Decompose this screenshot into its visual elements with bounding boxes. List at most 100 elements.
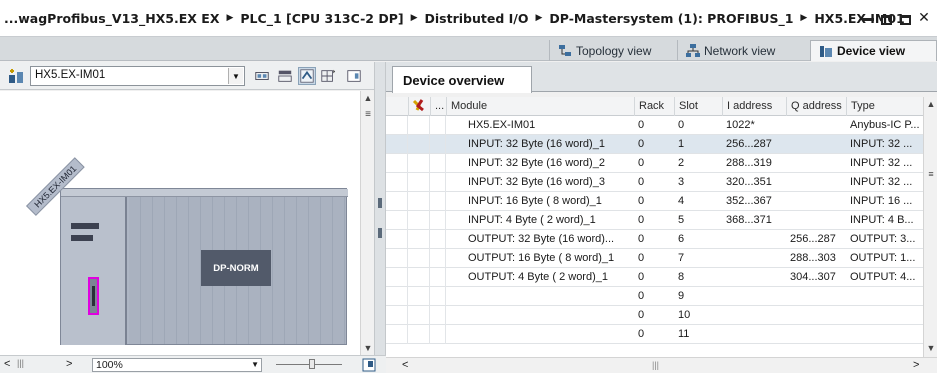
header-q-address[interactable]: Q address <box>786 97 846 116</box>
pane-splitter[interactable] <box>374 62 386 373</box>
cell-q-address[interactable] <box>786 287 846 306</box>
cell-module[interactable]: HX5.EX-IM01 <box>446 116 634 135</box>
dp-norm-module[interactable]: DP-NORM <box>201 250 271 286</box>
cell-rack[interactable]: 0 <box>634 325 674 344</box>
splitter-arrow-icon[interactable] <box>378 228 382 238</box>
cell-i-address[interactable]: 352...367 <box>722 192 786 211</box>
cell-module[interactable]: OUTPUT: 16 Byte ( 8 word)_1 <box>446 249 634 268</box>
scroll-left-icon[interactable]: < <box>4 358 10 370</box>
cell-slot[interactable]: 2 <box>674 154 722 173</box>
cell-q-address[interactable] <box>786 116 846 135</box>
cell-q-address[interactable] <box>786 173 846 192</box>
cell-q-address[interactable] <box>786 192 846 211</box>
header-module[interactable]: Module <box>446 97 634 116</box>
cell-rack[interactable]: 0 <box>634 249 674 268</box>
table-row[interactable]: INPUT: 4 Byte ( 2 word)_1 0 5 368...371 INPU… <box>386 211 923 230</box>
cell-module[interactable] <box>446 325 634 344</box>
table-horizontal-scrollbar[interactable]: < ||| > <box>386 357 937 373</box>
device-overview-table[interactable]: ... Module Rack Slot I address Q address… <box>386 97 923 357</box>
table-row[interactable]: INPUT: 16 Byte ( 8 word)_1 0 4 352...367 INP… <box>386 192 923 211</box>
header-slot[interactable]: Slot <box>674 97 722 116</box>
cell-slot[interactable]: 4 <box>674 192 722 211</box>
cell-i-address[interactable] <box>722 325 786 344</box>
cell-type[interactable]: INPUT: 4 B... <box>846 211 923 230</box>
tab-device-overview[interactable]: Device overview <box>392 66 532 93</box>
cell-rack[interactable]: 0 <box>634 173 674 192</box>
cell-q-address[interactable]: 304...307 <box>786 268 846 287</box>
zoom-dropdown[interactable]: 100% ▼ <box>92 358 262 372</box>
cell-slot[interactable]: 8 <box>674 268 722 287</box>
cell-i-address[interactable] <box>722 287 786 306</box>
cell-i-address[interactable]: 1022* <box>722 116 786 135</box>
scroll-left-icon[interactable]: < <box>402 359 408 371</box>
zoom-fit-icon[interactable] <box>319 67 337 85</box>
scroll-up-icon[interactable]: ▲ <box>924 97 937 111</box>
table-row[interactable]: 0 11 <box>386 325 923 344</box>
table-row[interactable]: INPUT: 32 Byte (16 word)_2 0 2 288...319 INP… <box>386 154 923 173</box>
cell-module[interactable]: INPUT: 16 Byte ( 8 word)_1 <box>446 192 634 211</box>
cell-q-address[interactable] <box>786 154 846 173</box>
cell-module[interactable] <box>446 287 634 306</box>
cell-rack[interactable]: 0 <box>634 306 674 325</box>
cell-module[interactable]: INPUT: 32 Byte (16 word)_3 <box>446 173 634 192</box>
canvas-vertical-scrollbar[interactable]: ▲ ≡ ▼ <box>360 91 374 355</box>
scroll-right-icon[interactable]: > <box>66 358 72 370</box>
chevron-down-icon[interactable]: ▼ <box>251 359 259 371</box>
scroll-down-icon[interactable]: ▼ <box>361 341 375 355</box>
table-vertical-scrollbar[interactable]: ▲ ≡ ▼ <box>923 97 937 357</box>
hscroll-thumb-icon[interactable]: ||| <box>17 358 24 368</box>
overview-window-icon[interactable] <box>362 358 376 372</box>
table-row[interactable]: OUTPUT: 32 Byte (16 word)... 0 6 256...287 O… <box>386 230 923 249</box>
table-row[interactable]: HX5.EX-IM01 0 0 1022* Anybus-IC P... <box>386 116 923 135</box>
table-row[interactable]: INPUT: 32 Byte (16 word)_3 0 3 320...351 INP… <box>386 173 923 192</box>
cell-rack[interactable]: 0 <box>634 192 674 211</box>
cell-q-address[interactable] <box>786 325 846 344</box>
cell-i-address[interactable] <box>722 230 786 249</box>
header-rack[interactable]: Rack <box>634 97 674 116</box>
zoom-slider-handle[interactable] <box>309 359 315 369</box>
profibus-port-icon[interactable] <box>88 277 99 315</box>
scroll-thumb-grip-icon[interactable]: ≡ <box>361 107 375 121</box>
chevron-down-icon[interactable]: ▼ <box>228 68 243 84</box>
maximize-icon[interactable] <box>898 9 912 25</box>
cell-i-address[interactable]: 288...319 <box>722 154 786 173</box>
splitter-arrow-icon[interactable] <box>378 198 382 208</box>
cell-module[interactable]: OUTPUT: 4 Byte ( 2 word)_1 <box>446 268 634 287</box>
cell-module[interactable] <box>446 306 634 325</box>
close-icon[interactable]: ✕ <box>917 9 931 25</box>
header-filter-icon[interactable] <box>408 97 430 116</box>
cell-slot[interactable]: 0 <box>674 116 722 135</box>
show-names-icon[interactable] <box>276 67 294 85</box>
header-type[interactable]: Type <box>846 97 923 116</box>
cell-slot[interactable]: 11 <box>674 325 722 344</box>
cell-i-address[interactable]: 368...371 <box>722 211 786 230</box>
breadcrumb-distributed-io[interactable]: Distributed I/O <box>425 11 529 26</box>
hscroll-thumb-icon[interactable]: ||| <box>652 360 659 370</box>
cell-slot[interactable]: 1 <box>674 135 722 154</box>
cell-type[interactable] <box>846 306 923 325</box>
cell-type[interactable]: INPUT: 32 ... <box>846 135 923 154</box>
cell-q-address[interactable] <box>786 211 846 230</box>
cell-type[interactable] <box>846 325 923 344</box>
cell-module[interactable]: INPUT: 32 Byte (16 word)_1 <box>446 135 634 154</box>
breadcrumb-project[interactable]: ...wagProfibus_V13_HX5.EX EX <box>4 11 219 26</box>
cell-rack[interactable]: 0 <box>634 268 674 287</box>
tab-topology-view[interactable]: Topology view <box>549 40 672 61</box>
cell-type[interactable]: Anybus-IC P... <box>846 116 923 135</box>
overview-navigation-icon[interactable] <box>345 67 363 85</box>
cell-module[interactable]: INPUT: 4 Byte ( 2 word)_1 <box>446 211 634 230</box>
table-row[interactable]: OUTPUT: 16 Byte ( 8 word)_1 0 7 288...303 OU… <box>386 249 923 268</box>
cell-slot[interactable]: 9 <box>674 287 722 306</box>
header-i-address[interactable]: I address <box>722 97 786 116</box>
cell-i-address[interactable] <box>722 249 786 268</box>
cell-type[interactable]: OUTPUT: 1... <box>846 249 923 268</box>
header-more[interactable]: ... <box>430 97 446 116</box>
cell-module[interactable]: INPUT: 32 Byte (16 word)_2 <box>446 154 634 173</box>
show-module-labels-icon[interactable] <box>253 67 271 85</box>
cell-q-address[interactable]: 256...287 <box>786 230 846 249</box>
scroll-right-icon[interactable]: > <box>913 359 919 371</box>
scroll-up-icon[interactable]: ▲ <box>361 91 375 105</box>
device-selector-dropdown[interactable]: HX5.EX-IM01 ▼ <box>30 66 245 86</box>
cell-slot[interactable]: 3 <box>674 173 722 192</box>
table-row[interactable]: OUTPUT: 4 Byte ( 2 word)_1 0 8 304...307 OUT… <box>386 268 923 287</box>
